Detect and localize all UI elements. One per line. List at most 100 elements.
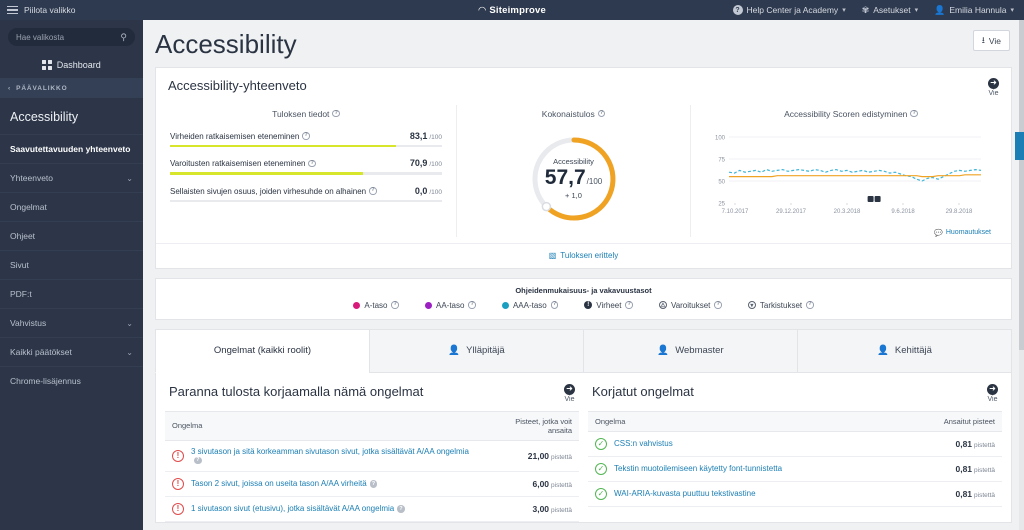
- scrollbar-thumb[interactable]: [1019, 20, 1024, 350]
- export-circle-icon: ➜: [988, 77, 999, 89]
- issue-cell[interactable]: ✓ Tekstin muotoilemiseen käytetty font-t…: [588, 456, 901, 482]
- sidebar-item-label: Ohjeet: [10, 231, 36, 241]
- panel-export-label: Vie: [987, 395, 998, 403]
- tab-webmaster[interactable]: 👤 Webmaster: [583, 328, 798, 373]
- search-box[interactable]: ⚲: [8, 28, 135, 46]
- sidebar-item-yhteenveto[interactable]: Yhteenveto ⌄: [0, 163, 143, 192]
- table-row[interactable]: ✓ Tekstin muotoilemiseen käytetty font-t…: [588, 456, 1002, 482]
- table-row[interactable]: ✓ WAI-ARIA-kuvasta puuttuu tekstivastine…: [588, 481, 1002, 507]
- panel-export-button[interactable]: ➜ Vie: [987, 383, 998, 403]
- table-row[interactable]: ! Tason 2 sivut, joissa on useita tason …: [165, 471, 579, 497]
- gauge-center: Accessibility 57,7 /100 + 1,0: [528, 133, 620, 225]
- menu-toggle[interactable]: Piilota valikko: [0, 5, 250, 15]
- help-icon[interactable]: ?: [468, 301, 476, 309]
- issue-text: WAI-ARIA-kuvasta puuttuu tekstivastine: [614, 489, 756, 499]
- help-icon[interactable]: ?: [369, 480, 378, 488]
- sidebar-item-kaikki-paatokset[interactable]: Kaikki päätökset ⌄: [0, 337, 143, 366]
- issue-cell[interactable]: ! Tason 2 sivut, joissa on useita tason …: [165, 471, 483, 497]
- summary-card-title: Accessibility-yhteenveto: [168, 77, 307, 93]
- sidebar-item-ongelmat[interactable]: Ongelmat: [0, 192, 143, 221]
- help-icon[interactable]: ?: [369, 187, 377, 195]
- siteimprove-logo-mark: ◠: [478, 4, 490, 16]
- dashboard-icon: [42, 60, 52, 70]
- hamburger-icon[interactable]: [7, 5, 18, 15]
- chart-notes-link[interactable]: 💬 Huomautukset: [705, 228, 997, 237]
- svg-text:25: 25: [718, 201, 725, 207]
- legend-label: AA-taso: [435, 300, 465, 310]
- help-center-menu[interactable]: ? Help Center ja Academy ▾: [732, 5, 846, 15]
- legend-item-a-level[interactable]: A-taso ?: [353, 301, 399, 310]
- page-title: Accessibility: [155, 29, 297, 59]
- gauge-score-value: 57,7: [544, 166, 586, 190]
- legend-item-aaa-level[interactable]: AAA-taso ?: [501, 300, 559, 310]
- table-row[interactable]: ! 3 sivutason ja sitä korkeamman sivutas…: [165, 440, 579, 472]
- body-layout: ⚲ Dashboard ‹ PÄÄVALIKKO Accessibility S…: [0, 20, 1024, 530]
- sidebar-item-chrome-extension[interactable]: Chrome-lisäjennus: [0, 366, 143, 395]
- gauge-score-max: /100: [586, 177, 603, 187]
- sidebar-item-sivut[interactable]: Sivut: [0, 250, 143, 279]
- search-icon[interactable]: ⚲: [120, 32, 127, 43]
- legend-item-errors[interactable]: ! Virheet ?: [584, 301, 633, 310]
- legend-item-aa-level[interactable]: AA-taso ?: [424, 300, 476, 310]
- points-value: 21,00: [527, 450, 550, 461]
- legend-label: AAA-taso: [512, 300, 547, 310]
- column-points: Pisteet, jotka voit ansaita: [482, 410, 579, 441]
- help-icon[interactable]: ?: [391, 301, 399, 309]
- issue-cell[interactable]: ! 1 sivutason sivut (etusivu), jotka sis…: [165, 496, 483, 522]
- user-menu[interactable]: 👤 Emilia Hannula ▾: [934, 5, 1014, 16]
- table-row[interactable]: ✓ CSS:n vahvistus 0,81 pistettä: [588, 431, 1002, 457]
- metric-progress-fill: [170, 144, 397, 148]
- help-icon[interactable]: ?: [302, 132, 310, 140]
- help-icon[interactable]: ?: [332, 109, 340, 118]
- legend-item-warnings[interactable]: ⚠ Varoitukset ?: [658, 301, 722, 310]
- issue-cell[interactable]: ✓ CSS:n vahvistus: [588, 431, 901, 457]
- help-icon[interactable]: ?: [397, 505, 405, 513]
- help-icon[interactable]: ?: [550, 301, 559, 309]
- sidebar-item-ohjeet[interactable]: Ohjeet: [0, 221, 143, 250]
- settings-label: Asetukset: [873, 5, 911, 15]
- panel-export-button[interactable]: ➜ Vie: [564, 383, 575, 403]
- sidebar-item-vahvistus[interactable]: Vahvistus ⌄: [0, 308, 143, 337]
- export-button[interactable]: ⭳ Vie: [972, 30, 1010, 51]
- chevron-down-icon[interactable]: ⌄: [126, 174, 133, 183]
- points-value: 0,81: [955, 438, 973, 449]
- issue-cell[interactable]: ! 3 sivutason ja sitä korkeamman sivutas…: [165, 440, 483, 472]
- tab-developer[interactable]: 👤 Kehittäjä: [797, 328, 1012, 373]
- sidebar-item-pdf[interactable]: PDF:t: [0, 279, 143, 308]
- scrollbar[interactable]: [1019, 20, 1024, 530]
- points-unit: pistettä: [974, 491, 995, 499]
- legend-item-checks[interactable]: ▾ Tarkistukset ?: [747, 301, 814, 310]
- svg-text:7.10.2017: 7.10.2017: [722, 209, 749, 215]
- help-icon[interactable]: ?: [194, 456, 202, 465]
- help-icon[interactable]: ?: [308, 159, 316, 168]
- issues-table: Ongelma Pisteet, jotka voit ansaita ! 3 …: [165, 410, 579, 522]
- metric-progress-track: [170, 144, 442, 148]
- points-value: 0,81: [955, 463, 973, 474]
- help-icon[interactable]: ?: [625, 301, 633, 309]
- main-menu-back[interactable]: ‹ PÄÄVALIKKO: [0, 78, 143, 98]
- chevron-down-icon[interactable]: ⌄: [126, 348, 133, 357]
- error-icon: !: [584, 301, 593, 310]
- metric-progress-track: [170, 199, 442, 203]
- issue-cell[interactable]: ✓ WAI-ARIA-kuvasta puuttuu tekstivastine: [588, 481, 901, 507]
- breakdown-link-label: Tuloksen erittely: [560, 251, 619, 261]
- help-icon[interactable]: ?: [910, 109, 918, 118]
- app-root: Piilota valikko ◠ Siteimprove ? Help Cen…: [0, 0, 1024, 530]
- help-icon[interactable]: ?: [714, 301, 722, 309]
- sidebar-item-label: Yhteenveto: [10, 173, 54, 183]
- tab-all-roles[interactable]: Ongelmat (kaikki roolit): [155, 328, 370, 373]
- settings-menu[interactable]: ✾ Asetukset ▾: [862, 5, 918, 16]
- help-icon[interactable]: ?: [597, 109, 606, 118]
- sidebar-item-dashboard[interactable]: Dashboard: [0, 52, 143, 78]
- summary-card-footer[interactable]: ▧ Tuloksen erittely: [156, 242, 1011, 268]
- tab-admin[interactable]: 👤 Ylläpitäjä: [369, 328, 584, 373]
- summary-export-button[interactable]: ➜ Vie: [988, 77, 999, 97]
- points-unit: pistettä: [974, 441, 995, 449]
- sidebar-item-accessibility-summary[interactable]: Saavutettavuuden yhteenveto: [0, 134, 143, 163]
- table-header-row: Ongelma Pisteet, jotka voit ansaita: [165, 410, 579, 441]
- search-input[interactable]: [16, 32, 121, 42]
- help-icon[interactable]: ?: [806, 301, 814, 309]
- feedback-tab[interactable]: [1015, 132, 1024, 160]
- table-row[interactable]: ! 1 sivutason sivut (etusivu), jotka sis…: [165, 496, 579, 522]
- chevron-down-icon[interactable]: ⌄: [126, 319, 133, 328]
